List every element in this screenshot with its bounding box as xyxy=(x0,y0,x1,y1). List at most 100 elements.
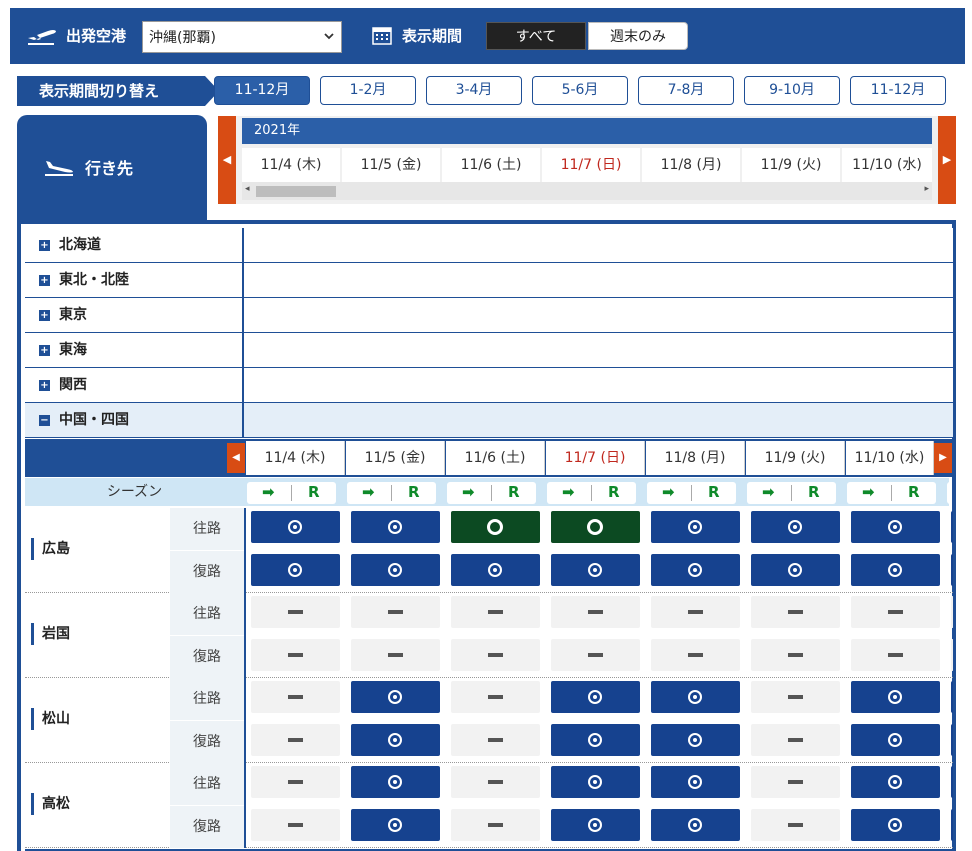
available-cell[interactable] xyxy=(651,724,740,756)
available-cell[interactable] xyxy=(851,511,940,543)
available-cell[interactable] xyxy=(351,724,440,756)
strip-date-5[interactable]: 11/8 (月) xyxy=(642,148,740,182)
inner-date-1: 11/4 (木) xyxy=(246,441,345,475)
circle-dot-icon xyxy=(688,775,702,789)
partial-cell xyxy=(951,809,953,841)
available-cell[interactable] xyxy=(551,766,640,798)
inner-scroll-right-button[interactable]: ▶ xyxy=(934,443,952,473)
circle-dot-icon xyxy=(888,520,902,534)
few-seats-cell[interactable] xyxy=(451,511,540,543)
no-flight-cell xyxy=(251,681,340,713)
horizontal-scrollbar[interactable]: ◂ ▸ xyxy=(242,182,932,200)
available-cell[interactable] xyxy=(751,554,840,586)
departure-airport-select[interactable]: 沖縄(那覇) xyxy=(142,21,342,53)
plus-icon[interactable]: + xyxy=(39,275,50,286)
circle-dot-icon xyxy=(388,563,402,577)
region-row-tohoku-hokuriku[interactable]: + 東北・北陸 xyxy=(25,263,953,298)
return-label: 復路 xyxy=(170,636,244,678)
no-flight-cell xyxy=(651,596,740,628)
available-cell[interactable] xyxy=(851,724,940,756)
no-flight-cell xyxy=(751,596,840,628)
scroll-left-button[interactable]: ◀ xyxy=(218,116,236,204)
available-cell[interactable] xyxy=(251,511,340,543)
scrollbar-thumb[interactable] xyxy=(256,186,336,197)
available-cell[interactable] xyxy=(651,809,740,841)
available-cell[interactable] xyxy=(851,809,940,841)
available-cell[interactable] xyxy=(551,809,640,841)
period-tab-5-6[interactable]: 5-6月 xyxy=(532,76,628,105)
available-cell[interactable] xyxy=(651,554,740,586)
season-cell: ➡R xyxy=(547,482,636,504)
region-row-chugoku-shikoku[interactable]: − 中国・四国 xyxy=(25,403,953,438)
dash-icon xyxy=(488,695,503,699)
season-divider xyxy=(591,485,592,501)
plus-icon[interactable]: + xyxy=(39,380,50,391)
scroll-right-button[interactable]: ▶ xyxy=(938,116,956,204)
no-flight-cell xyxy=(251,766,340,798)
no-flight-cell xyxy=(251,596,340,628)
region-row-kansai[interactable]: + 関西 xyxy=(25,368,953,403)
city-name: 広島 xyxy=(31,538,70,560)
available-cell[interactable] xyxy=(351,681,440,713)
available-cell[interactable] xyxy=(551,681,640,713)
few-seats-cell[interactable] xyxy=(551,511,640,543)
toggle-weekend-button[interactable]: 週末のみ xyxy=(588,22,688,50)
strip-date-1[interactable]: 11/4 (木) xyxy=(242,148,340,182)
strip-date-6[interactable]: 11/9 (火) xyxy=(742,148,840,182)
available-cell[interactable] xyxy=(651,511,740,543)
plus-icon[interactable]: + xyxy=(39,310,50,321)
dash-icon xyxy=(388,653,403,657)
available-cell[interactable] xyxy=(851,681,940,713)
toggle-all-button[interactable]: すべて xyxy=(486,22,586,50)
available-cell[interactable] xyxy=(751,511,840,543)
period-tab-7-8[interactable]: 7-8月 xyxy=(638,76,734,105)
strip-date-4[interactable]: 11/7 (日) xyxy=(542,148,640,182)
no-flight-cell xyxy=(451,681,540,713)
dash-icon xyxy=(488,823,503,827)
no-flight-cell xyxy=(451,809,540,841)
arrow-right-icon: ➡ xyxy=(262,483,275,501)
available-cell[interactable] xyxy=(551,724,640,756)
no-flight-cell xyxy=(451,639,540,671)
dash-icon xyxy=(788,780,803,784)
available-cell[interactable] xyxy=(851,554,940,586)
plus-icon[interactable]: + xyxy=(39,345,50,356)
circle-dot-icon xyxy=(588,818,602,832)
available-cell[interactable] xyxy=(351,809,440,841)
region-row-tokyo[interactable]: + 東京 xyxy=(25,298,953,333)
available-cell[interactable] xyxy=(651,681,740,713)
strip-date-3[interactable]: 11/6 (土) xyxy=(442,148,540,182)
scroll-right-arrow-icon[interactable]: ▸ xyxy=(924,184,929,194)
circle-dot-icon xyxy=(388,733,402,747)
scroll-left-arrow-icon[interactable]: ◂ xyxy=(245,184,250,194)
minus-icon[interactable]: − xyxy=(39,415,50,426)
column-divider xyxy=(244,508,246,593)
plus-icon[interactable]: + xyxy=(39,240,50,251)
dash-icon xyxy=(488,610,503,614)
strip-date-7[interactable]: 11/10 (水) xyxy=(842,148,932,182)
available-cell[interactable] xyxy=(251,554,340,586)
strip-date-2[interactable]: 11/5 (金) xyxy=(342,148,440,182)
available-cell[interactable] xyxy=(851,766,940,798)
available-cell[interactable] xyxy=(351,766,440,798)
available-cell[interactable] xyxy=(551,554,640,586)
calendar-icon xyxy=(372,25,392,49)
period-tab-11-12[interactable]: 11-12月 xyxy=(214,76,310,105)
available-cell[interactable] xyxy=(651,766,740,798)
inner-date-4: 11/7 (日) xyxy=(546,441,645,475)
available-cell[interactable] xyxy=(351,511,440,543)
circle-dot-icon xyxy=(688,563,702,577)
period-tab-9-10[interactable]: 9-10月 xyxy=(744,76,840,105)
circle-dot-icon xyxy=(888,818,902,832)
available-cell[interactable] xyxy=(351,554,440,586)
circle-dot-icon xyxy=(588,775,602,789)
circle-dot-icon xyxy=(688,690,702,704)
region-row-tokai[interactable]: + 東海 xyxy=(25,333,953,368)
period-tab-11-12-next[interactable]: 11-12月 xyxy=(850,76,946,105)
available-cell[interactable] xyxy=(451,554,540,586)
period-tab-1-2[interactable]: 1-2月 xyxy=(320,76,416,105)
region-row-hokkaido[interactable]: + 北海道 xyxy=(25,228,953,263)
inner-scroll-left-button[interactable]: ◀ xyxy=(227,443,245,473)
airplane-departure-icon xyxy=(26,24,58,50)
period-tab-3-4[interactable]: 3-4月 xyxy=(426,76,522,105)
